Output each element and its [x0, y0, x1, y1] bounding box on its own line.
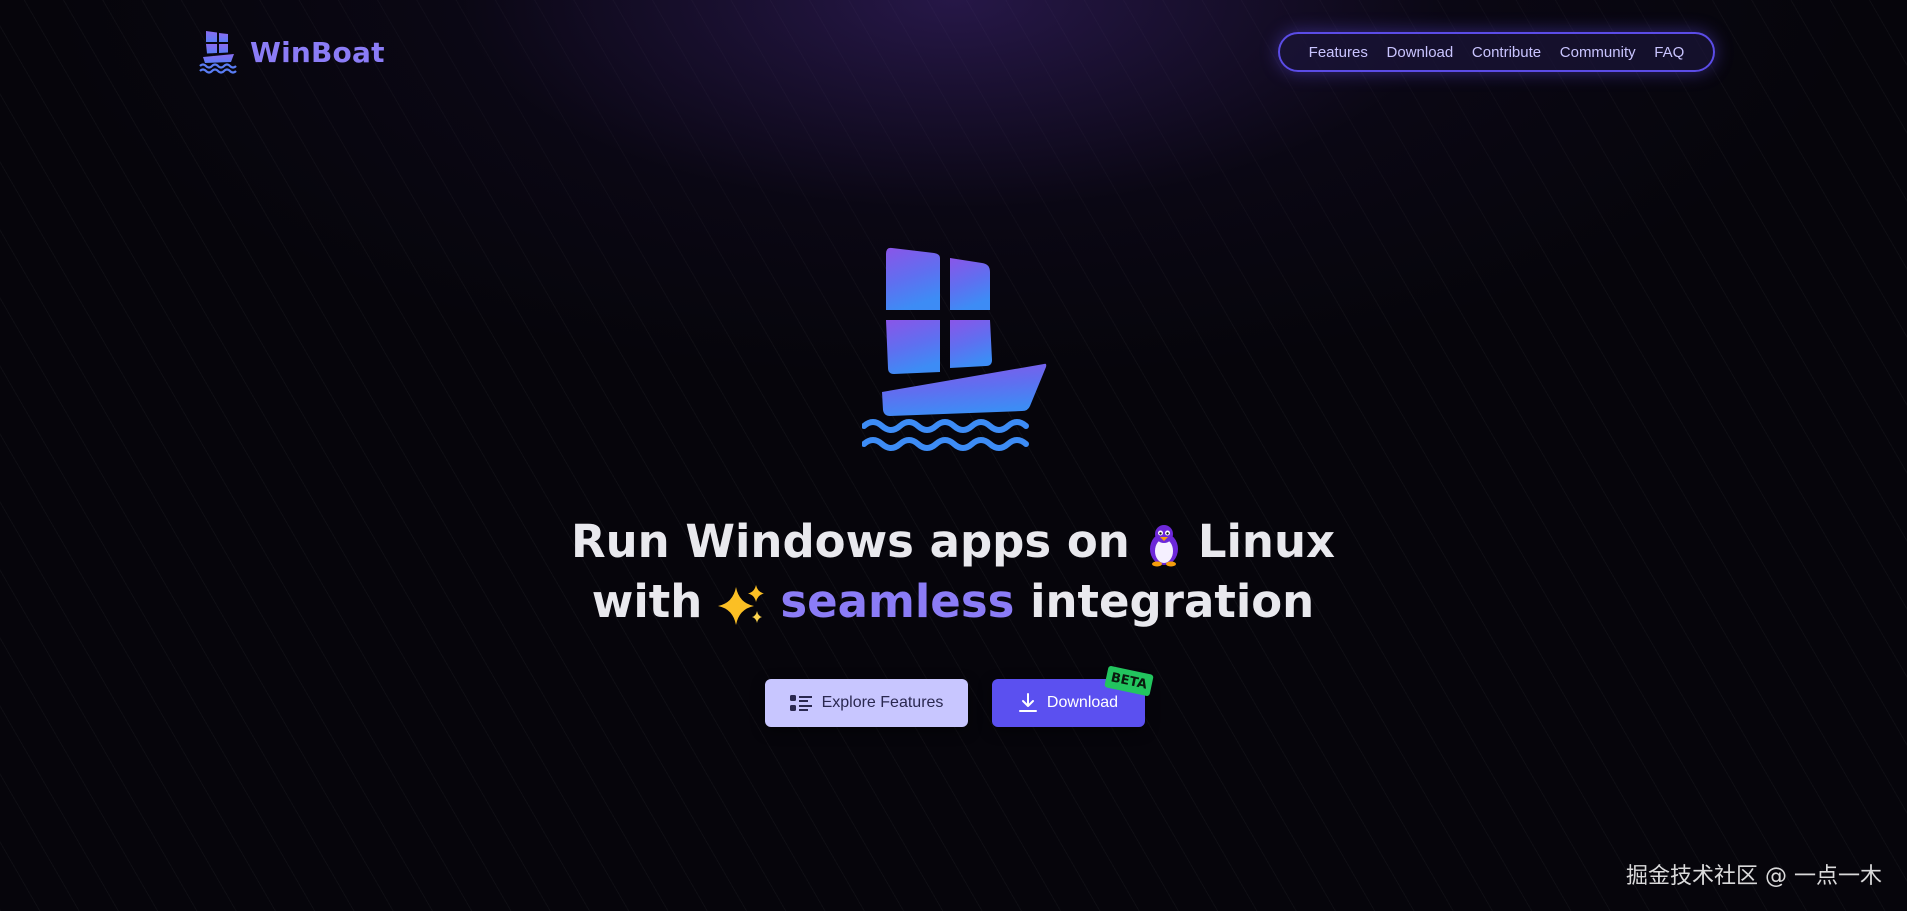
download-label: Download [1046, 694, 1119, 711]
hero-headline: Run Windows apps on Linux with seamless … [453, 512, 1453, 632]
brand-logo[interactable]: WinBoat [198, 28, 385, 76]
headline-integration: integration [1030, 575, 1315, 628]
nav-item-contribute[interactable]: Contribute [1472, 44, 1541, 61]
nav-item-community[interactable]: Community [1560, 44, 1636, 61]
winboat-hero-logo-icon [862, 247, 1047, 451]
headline-line1: Run Windows apps on Linux [571, 515, 1335, 568]
brand-name: WinBoat [250, 35, 385, 69]
explore-features-button[interactable]: Explore Features [765, 679, 968, 727]
watermark-text: 掘金技术社区 @ 一点一木 [1626, 864, 1882, 889]
nav-item-features[interactable]: Features [1309, 44, 1368, 61]
download-icon [1018, 693, 1037, 712]
main-nav: Features Download Contribute Community F… [1278, 32, 1715, 72]
headline-linux: Linux [1197, 515, 1336, 568]
headline-accent: seamless [780, 575, 1015, 628]
headline-text-run: Run Windows apps on [570, 515, 1130, 568]
nav-item-faq[interactable]: FAQ [1654, 44, 1684, 61]
explore-features-label: Explore Features [821, 694, 944, 711]
headline-with: with [591, 575, 703, 628]
sparkles-icon [716, 583, 766, 627]
penguin-icon [1144, 523, 1184, 567]
winboat-logo-icon [199, 31, 237, 74]
nav-item-download[interactable]: Download [1387, 44, 1454, 61]
list-icon [789, 695, 812, 711]
headline-line2: with seamless integration [592, 575, 1314, 628]
